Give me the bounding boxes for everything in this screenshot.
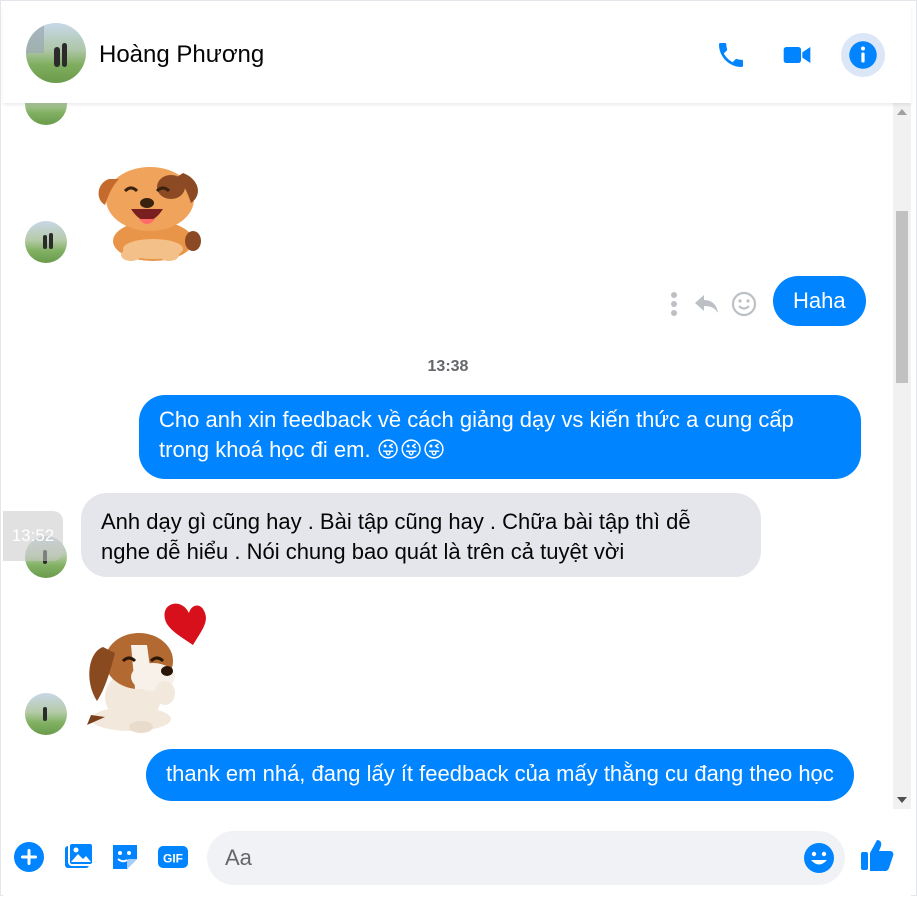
outgoing-message[interactable]: Cho anh xin feedback về cách giảng dạy v… [139,395,861,479]
info-icon[interactable] [841,33,885,77]
message-composer: GIF [3,813,911,897]
chat-header: Hoàng Phương [3,7,911,103]
puppy-laughing-sticker[interactable] [95,159,205,263]
react-emoji-icon[interactable] [731,291,757,322]
emoji-icon[interactable] [803,842,835,874]
incoming-message[interactable]: Anh dạy gì cũng hay . Bài tập cũng hay .… [81,493,761,577]
contact-avatar-small [25,693,67,735]
scroll-down-arrow[interactable] [897,797,907,803]
scroll-thumb[interactable] [896,211,908,383]
chat-scrollbar[interactable] [893,103,911,809]
message-actions [667,291,757,322]
more-options-icon[interactable] [667,291,681,322]
contact-avatar[interactable] [26,23,86,83]
video-camera-icon[interactable] [779,37,815,73]
scroll-up-arrow[interactable] [897,109,907,115]
reply-icon[interactable] [693,293,719,320]
message-input[interactable] [225,843,785,873]
contact-avatar-small [25,103,67,125]
outgoing-message[interactable]: Haha [773,276,866,326]
sticker-icon[interactable] [109,841,141,873]
timestamp-divider: 13:38 [427,358,469,375]
phone-icon[interactable] [713,37,749,73]
message-input-box[interactable] [207,831,845,885]
thumbs-up-icon[interactable] [859,837,895,873]
messenger-chat-window: Hoàng Phương Haha 13:38 Cho anh xin feed… [0,0,917,897]
gif-icon[interactable]: GIF [157,841,189,873]
add-icon[interactable] [13,841,45,873]
contact-name[interactable]: Hoàng Phương [99,41,264,69]
contact-avatar-small [25,221,67,263]
message-list: Haha 13:38 Cho anh xin feedback về cách … [3,103,893,809]
outgoing-message[interactable]: thank em nhá, đang lấy ít feedback của m… [146,749,854,801]
message-time-tooltip: 13:52 [3,511,63,561]
svg-text:GIF: GIF [163,852,183,866]
beagle-heart-sticker[interactable] [81,597,221,737]
photo-icon[interactable] [63,841,95,873]
